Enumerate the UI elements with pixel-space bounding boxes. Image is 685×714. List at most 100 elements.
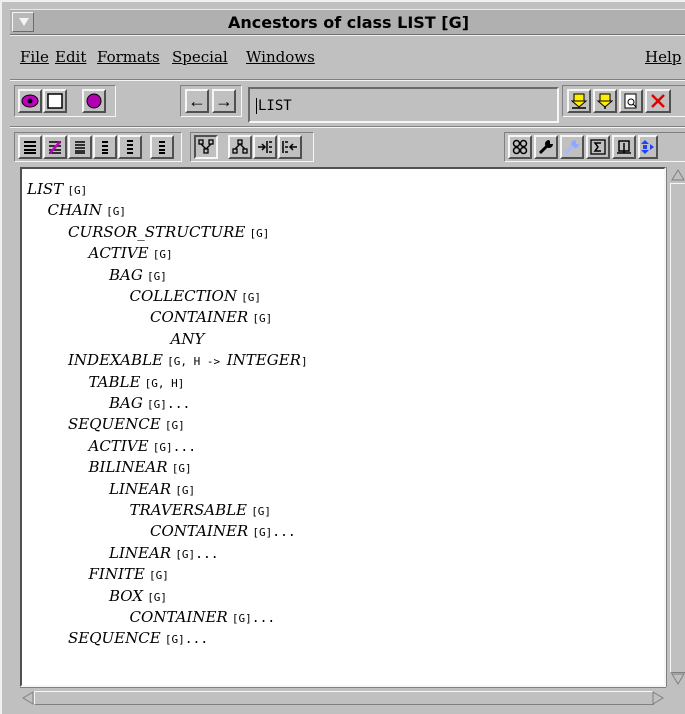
class-name[interactable]: BAG (109, 266, 143, 284)
generic-params: [G] (106, 205, 126, 219)
class-name[interactable]: CHAIN (48, 201, 102, 219)
class-name[interactable]: CURSOR_STRUCTURE (68, 223, 245, 241)
class-name[interactable]: FINITE (89, 565, 145, 583)
tree-item[interactable]: COLLECTION [G] (130, 287, 262, 305)
menu-special[interactable]: Special (172, 48, 228, 66)
class-name[interactable]: ACTIVE (89, 244, 149, 262)
tree-item[interactable]: CONTAINER [G]... (130, 608, 276, 626)
square-button[interactable] (43, 89, 67, 113)
drop-button[interactable] (567, 89, 591, 113)
forward-button[interactable]: → (212, 89, 236, 113)
tree-item[interactable]: LINEAR [G]... (109, 544, 219, 562)
compile-button[interactable] (560, 135, 584, 159)
class-name[interactable]: CONTAINER (150, 308, 248, 326)
class-name[interactable]: BILINEAR (89, 458, 168, 476)
menu-edit[interactable]: Edit (55, 48, 86, 66)
tree-item[interactable]: ANY (171, 330, 205, 348)
tree-item[interactable]: CONTAINER [G] (150, 308, 272, 326)
pointer-button[interactable] (18, 89, 42, 113)
class-name[interactable]: COLLECTION (130, 287, 237, 305)
class-name[interactable]: LINEAR (109, 480, 171, 498)
wrench-icon (538, 140, 553, 155)
tree-item[interactable]: INDEXABLE [G, H -> INTEGER] (68, 351, 308, 369)
class-name[interactable]: INDEXABLE (68, 351, 163, 369)
sigma-button[interactable] (586, 135, 610, 159)
group-icon (512, 139, 528, 155)
class-name[interactable]: BAG (109, 394, 143, 412)
tree-item[interactable]: LIST [G] (27, 180, 87, 198)
vertical-scroll-thumb[interactable] (670, 183, 685, 673)
class-name[interactable]: TRAVERSABLE (130, 501, 248, 519)
horizontal-scrollbar[interactable] (20, 687, 666, 707)
close-button[interactable] (645, 89, 671, 113)
suppliers-icon (282, 141, 297, 153)
tree-item[interactable]: SEQUENCE [G]... (68, 629, 208, 647)
back-button[interactable]: ← (185, 89, 209, 113)
generic-params: [G] (249, 226, 270, 240)
ellipsis-marker: ... (184, 632, 209, 648)
tree-item[interactable]: FINITE [G] (89, 565, 169, 583)
tree-item[interactable]: BAG [G]... (109, 394, 190, 412)
class-name[interactable]: LIST (27, 180, 63, 198)
ancestors-button[interactable] (194, 135, 218, 159)
pickup-button[interactable] (593, 89, 617, 113)
tree-item[interactable]: TABLE [G, H] (89, 373, 185, 391)
ancestors-tree-view[interactable]: LIST [G] CHAIN [G] CURSOR_STRUCTURE [G] ACT… (20, 167, 666, 687)
ellipsis-marker: ... (166, 397, 191, 412)
class-name[interactable]: SEQUENCE (68, 415, 161, 433)
scroll-left-arrow-icon[interactable] (22, 691, 34, 705)
generic-params-end: ] (300, 355, 308, 369)
generic-params: [G] (171, 462, 192, 476)
contract-button[interactable] (93, 135, 117, 159)
tree-item[interactable]: BAG [G] (109, 266, 167, 284)
next-button[interactable] (638, 135, 658, 159)
clients-button[interactable] (253, 135, 277, 159)
tree-item[interactable]: LINEAR [G] (109, 480, 195, 498)
menu-file[interactable]: File (20, 48, 49, 66)
tree-item[interactable]: BILINEAR [G] (89, 458, 192, 476)
tree-item[interactable]: TRAVERSABLE [G] (130, 501, 272, 519)
tree-item[interactable]: ACTIVE [G]... (89, 437, 197, 455)
menu-help[interactable]: Help (645, 48, 681, 66)
horizontal-scroll-thumb[interactable] (34, 691, 654, 705)
descendants-button[interactable] (228, 135, 252, 159)
suppliers-button[interactable] (278, 135, 302, 159)
flat-format-button[interactable] (43, 135, 67, 159)
tree-item[interactable]: SEQUENCE [G] (68, 415, 185, 433)
generic-params: [G] (164, 633, 185, 647)
tree-item[interactable]: BOX [G] (109, 587, 167, 605)
interface-button[interactable] (118, 135, 142, 159)
short-format-button[interactable] (68, 135, 92, 159)
tree-item[interactable]: ACTIVE [G] (89, 244, 173, 262)
group-button[interactable] (508, 135, 532, 159)
scroll-up-arrow-icon[interactable] (671, 169, 685, 181)
class-name[interactable]: BOX (109, 587, 143, 605)
vertical-scrollbar[interactable] (666, 167, 685, 687)
ellipsis-marker: ... (195, 546, 219, 562)
class-name[interactable]: CONTAINER (130, 608, 228, 626)
descendants-icon (232, 139, 248, 154)
scroll-right-arrow-icon[interactable] (652, 691, 664, 705)
step-button[interactable] (612, 135, 636, 159)
clickable-button[interactable] (150, 135, 174, 159)
title-bar[interactable]: Ancestors of class LIST [G] (10, 9, 685, 35)
class-name[interactable]: SEQUENCE (68, 629, 161, 647)
class-name[interactable]: LINEAR (109, 544, 171, 562)
purple-dot-button[interactable] (82, 89, 106, 113)
class-name[interactable]: TABLE (89, 373, 141, 391)
text-format-button[interactable] (18, 135, 42, 159)
ellipsis-marker: ... (272, 525, 296, 541)
wrench-button[interactable] (534, 135, 558, 159)
class-name[interactable]: INTEGER (227, 351, 301, 369)
tree-item[interactable]: CHAIN [G] (48, 201, 127, 219)
menu-formats[interactable]: Formats (97, 48, 160, 66)
class-name[interactable]: ANY (171, 330, 205, 348)
class-name-field[interactable]: LIST (248, 87, 559, 123)
class-name[interactable]: CONTAINER (150, 522, 248, 540)
class-name[interactable]: ACTIVE (89, 437, 149, 455)
scroll-down-arrow-icon[interactable] (671, 673, 685, 685)
menu-windows[interactable]: Windows (246, 48, 315, 66)
tree-item[interactable]: CURSOR_STRUCTURE [G] (68, 223, 269, 241)
tree-item[interactable]: CONTAINER [G]... (150, 522, 296, 540)
document-button[interactable] (619, 89, 643, 113)
